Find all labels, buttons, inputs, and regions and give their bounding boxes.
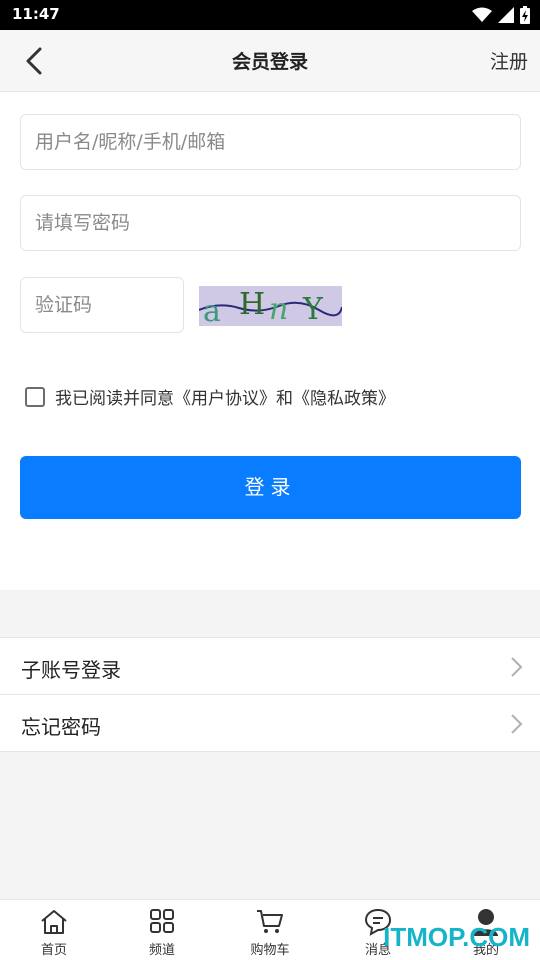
captcha-field-container xyxy=(20,277,184,333)
tab-label: 购物车 xyxy=(250,943,290,958)
password-input[interactable] xyxy=(21,196,520,250)
page-title: 会员登录 xyxy=(231,51,308,73)
signal-icon xyxy=(498,7,514,23)
agreement-row: 我已阅读并同意《用户协议》和《隐私政策》 xyxy=(25,384,395,409)
list-item-label: 忘记密码 xyxy=(21,715,101,739)
cart-icon xyxy=(257,910,283,933)
tab-channel[interactable]: 频道 xyxy=(108,900,216,960)
captcha-input[interactable] xyxy=(21,278,183,332)
login-button[interactable]: 登录 xyxy=(20,456,521,519)
captcha-char: Y xyxy=(302,292,324,326)
password-field-container xyxy=(20,195,521,251)
app-bar: 会员登录 注册 xyxy=(0,30,540,92)
tab-label: 首页 xyxy=(40,943,67,958)
watermark-text: ITMOP.COM xyxy=(383,922,530,952)
tab-cart[interactable]: 购物车 xyxy=(216,900,324,960)
register-link[interactable]: 注册 xyxy=(490,47,528,74)
tab-home[interactable]: 首页 xyxy=(0,900,108,960)
captcha-char: a xyxy=(203,294,221,326)
status-time: 11:47 xyxy=(12,5,60,23)
agreement-prefix: 我已阅读并同意 xyxy=(55,389,174,409)
secondary-links: 子账号登录 忘记密码 xyxy=(0,637,540,752)
home-icon xyxy=(41,910,67,934)
login-form: a H n Y 我已阅读并同意《用户协议》和《隐私政策》 登录 xyxy=(0,92,540,590)
username-input[interactable] xyxy=(21,115,520,169)
agreement-and: 和 xyxy=(276,389,293,409)
agreement-checkbox[interactable] xyxy=(25,386,45,407)
grid-icon xyxy=(150,909,174,933)
chevron-right-icon xyxy=(511,657,523,677)
wifi-icon xyxy=(472,7,492,22)
status-bar: 11:47 xyxy=(0,0,540,30)
captcha-image[interactable]: a H n Y xyxy=(199,286,342,326)
privacy-policy-link[interactable]: 《隐私政策》 xyxy=(293,389,395,409)
battery-charging-icon xyxy=(520,6,530,24)
tab-label: 频道 xyxy=(148,943,175,958)
agreement-text: 我已阅读并同意《用户协议》和《隐私政策》 xyxy=(55,384,395,409)
chevron-right-icon xyxy=(511,714,523,734)
user-agreement-link[interactable]: 《用户协议》 xyxy=(174,389,276,409)
forgot-password-item[interactable]: 忘记密码 xyxy=(0,695,540,752)
sub-account-login-item[interactable]: 子账号登录 xyxy=(0,638,540,695)
username-field-container xyxy=(20,114,521,170)
captcha-char: n xyxy=(269,292,288,326)
captcha-char: H xyxy=(239,287,265,322)
list-item-label: 子账号登录 xyxy=(21,658,121,682)
status-icons xyxy=(472,6,530,24)
